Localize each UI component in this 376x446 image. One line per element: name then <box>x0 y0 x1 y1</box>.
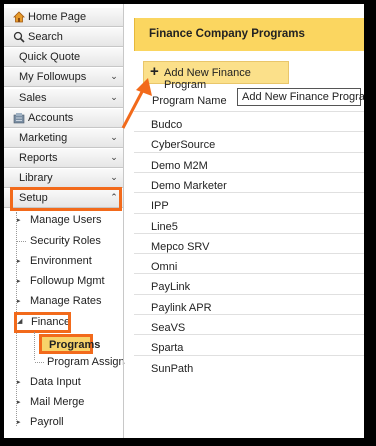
callout-arrow-icon <box>121 78 152 129</box>
sidebar-item-home[interactable]: Home Page <box>4 8 123 27</box>
sidebar-item-library[interactable]: Library ⌄ <box>4 169 123 188</box>
tree-connector <box>35 362 44 363</box>
tree-item-label: Payroll <box>30 416 64 428</box>
program-name-cell: SeaVS <box>151 322 186 334</box>
tree-item-programs[interactable]: Programs <box>39 334 100 354</box>
program-name-cell: PayLink <box>151 281 191 294</box>
sidebar-item-reports[interactable]: Reports ⌄ <box>4 149 123 168</box>
home-icon <box>13 11 25 23</box>
program-name-cell: Sparta <box>151 342 184 355</box>
expand-arrow-icon[interactable]: ▸ <box>17 277 25 287</box>
chevron-down-icon[interactable]: ⌄ <box>109 70 119 82</box>
sidebar-item-sales[interactable]: Sales ⌄ <box>4 89 123 108</box>
tree-item-label: Program Assignm <box>47 356 123 368</box>
tooltip: Add New Finance Program <box>237 88 364 106</box>
finance-highlight <box>14 312 71 333</box>
sidebar-item-label: Search <box>28 31 63 43</box>
expand-arrow-icon[interactable]: ▸ <box>17 257 25 267</box>
program-name-cell: CyberSource <box>151 139 216 152</box>
setup-highlight <box>10 187 122 211</box>
column-header-program-name[interactable]: Program Name <box>152 95 227 107</box>
program-name-cell: Paylink APR <box>151 301 212 314</box>
chevron-down-icon[interactable]: ⌄ <box>109 91 119 103</box>
main-panel: Finance Company Programs + Add New Finan… <box>125 4 364 438</box>
sidebar-item-label: My Followups <box>19 71 87 83</box>
program-name-cell: Demo M2M <box>151 159 208 172</box>
tree-item-label: Security Roles <box>30 235 101 247</box>
add-finance-program-button[interactable]: + Add New Finance Program <box>143 61 289 91</box>
expand-arrow-icon[interactable]: ▸ <box>17 398 25 408</box>
sidebar-item-label: Quick Quote <box>19 51 81 63</box>
page-header: Finance Company Programs <box>134 18 364 51</box>
chevron-down-icon[interactable]: ⌄ <box>109 131 119 143</box>
program-name-cell: Omni <box>151 261 178 274</box>
tree-connector <box>17 241 26 242</box>
page-title: Finance Company Programs <box>149 28 305 40</box>
program-name-cell: Demo Marketer <box>151 179 227 192</box>
tree-item-label: Manage Users <box>30 214 102 226</box>
expand-arrow-icon[interactable]: ▸ <box>17 418 25 428</box>
program-name-cell: SunPath <box>151 362 194 375</box>
tree-item-label: Mail Merge <box>30 396 85 408</box>
sidebar-item-label: Accounts <box>28 112 74 124</box>
program-name-cell: Line5 <box>151 220 178 233</box>
tree-item-label: Followup Mgmt <box>30 275 105 287</box>
chevron-down-icon[interactable]: ⌄ <box>109 171 119 183</box>
tree-item-label: Programs <box>49 339 101 351</box>
tree-item-program-assignment[interactable]: Program Assignm <box>35 354 123 372</box>
expand-arrow-icon[interactable]: ▸ <box>17 216 25 226</box>
sidebar-item-label: Marketing <box>19 132 68 144</box>
sidebar-item-accounts[interactable]: Accounts <box>4 109 123 128</box>
sidebar-item-label: Library <box>19 172 53 184</box>
sidebar-item-search[interactable]: Search <box>4 28 123 47</box>
expand-arrow-icon[interactable]: ▸ <box>17 297 25 307</box>
tree-item-label: Data Input <box>30 376 81 388</box>
accounts-icon <box>13 112 25 124</box>
sidebar-item-label: Sales <box>19 92 47 104</box>
expand-arrow-icon[interactable]: ▸ <box>17 378 25 388</box>
sidebar-item-label: Reports <box>19 152 58 164</box>
program-name-cell: Mepco SRV <box>151 240 210 253</box>
sidebar-item-marketing[interactable]: Marketing ⌄ <box>4 129 123 148</box>
sidebar: Home Page Search Quick Quote My Followup… <box>4 4 124 438</box>
sidebar-item-my-followups[interactable]: My Followups ⌄ <box>4 68 123 87</box>
app-window: Home Page Search Quick Quote My Followup… <box>4 4 364 438</box>
program-name-cell: IPP <box>151 200 169 213</box>
sidebar-item-label: Home Page <box>28 11 87 23</box>
table-row[interactable]: SunPath <box>134 354 364 381</box>
tree-item-label: Environment <box>30 255 92 267</box>
sidebar-item-quick-quote[interactable]: Quick Quote <box>4 48 123 67</box>
chevron-down-icon[interactable]: ⌄ <box>109 151 119 163</box>
tree-item-label: Manage Rates <box>30 295 102 307</box>
search-icon <box>13 31 25 43</box>
